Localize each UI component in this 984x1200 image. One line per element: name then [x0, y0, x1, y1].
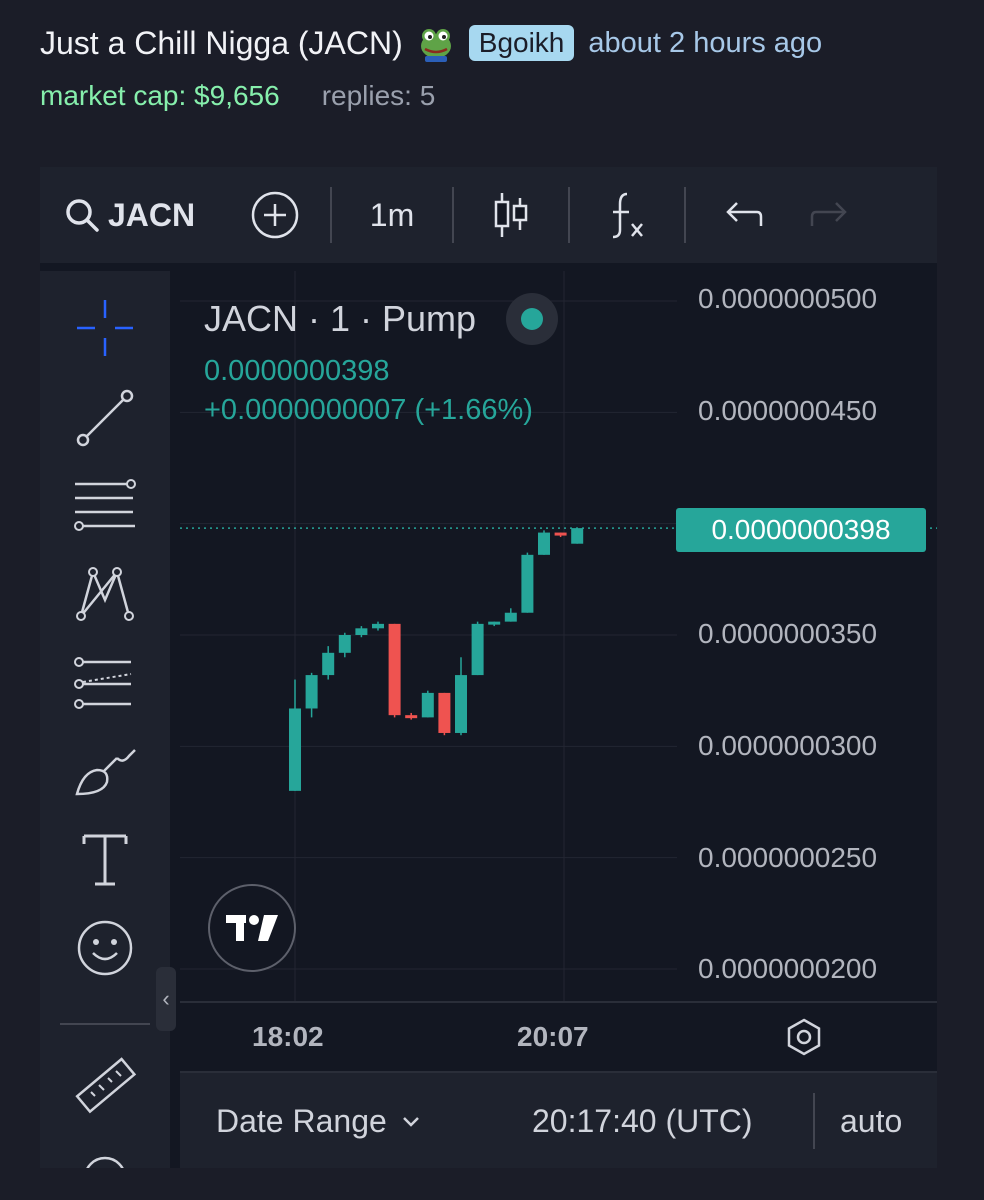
y-axis-label: 0.0000000300 [698, 730, 878, 761]
trend-line-tool[interactable] [70, 383, 140, 453]
token-title: Just a Chill Nigga (JACN) [40, 24, 403, 61]
redo-icon [810, 202, 847, 226]
candle-body [521, 554, 534, 613]
live-dot-icon [521, 308, 544, 330]
bottom-bar-divider [813, 1093, 815, 1149]
ruler-icon [75, 1057, 137, 1114]
replies-count: replies: 5 [321, 80, 436, 111]
crosshair-icon [77, 300, 133, 356]
y-axis-label: 0.0000000200 [698, 953, 878, 984]
post-header: Just a Chill Nigga (JACN) Bgoikh about 2… [40, 18, 964, 112]
brush-tool[interactable] [70, 737, 140, 807]
pattern-icon [76, 567, 134, 621]
candle-body [538, 532, 550, 555]
candle-body [372, 623, 384, 629]
candle-body [554, 532, 567, 536]
text-icon [82, 834, 128, 886]
y-axis-label: 0.0000000500 [698, 283, 878, 314]
time-axis-label: 20:07 [517, 1021, 589, 1052]
candle-body [289, 708, 301, 791]
legend-title: JACN · 1 · Pump [204, 298, 477, 339]
time-axis[interactable]: 18:02 20:07 [180, 1001, 937, 1073]
text-tool[interactable] [70, 825, 140, 895]
candle-body [488, 621, 501, 625]
emoji-tool[interactable] [70, 913, 140, 983]
redo-button[interactable] [800, 167, 860, 263]
market-cap: market cap: $9,656 [40, 80, 280, 111]
chart-settings-button[interactable] [784, 1017, 824, 1062]
fib-retracement-icon [74, 479, 136, 531]
legend-price: 0.0000000398 [204, 355, 390, 387]
frog-avatar-icon [417, 24, 455, 62]
candle-body [388, 623, 401, 716]
brush-icon [75, 749, 136, 796]
chart-widget: JACN 1m ‹ JACN · 1 · Pump 0.0000000398 +… [40, 167, 937, 1168]
candle-body [405, 715, 418, 719]
tradingview-logo[interactable] [208, 884, 296, 972]
emoji-icon [77, 920, 133, 976]
undo-button[interactable] [686, 167, 800, 263]
date-range-label: Date Range [216, 1103, 387, 1139]
y-axis-label: 0.0000000450 [698, 395, 878, 426]
chevron-down-icon [402, 1116, 419, 1127]
drawing-toolbar [40, 271, 170, 1168]
chart-type-button[interactable] [454, 167, 568, 263]
symbol-label: JACN [108, 196, 196, 233]
tools-divider [60, 1023, 150, 1025]
legend-title-row: JACN · 1 · Pump [204, 293, 559, 345]
add-symbol-icon [251, 191, 299, 239]
time-ago-link[interactable]: about 2 hours ago [588, 27, 822, 60]
candle-body [355, 628, 368, 635]
legend-change: +0.0000000007 (+1.66%) [204, 394, 533, 426]
utc-clock[interactable]: 20:17:40 (UTC) [532, 1103, 753, 1140]
prediction-icon [74, 657, 132, 709]
trend-line-icon [76, 389, 134, 447]
chart-toolbar: JACN 1m [40, 167, 937, 263]
bottom-bar: Date Range 20:17:40 (UTC) auto [180, 1071, 937, 1168]
candle-body [421, 692, 434, 718]
candle-body [504, 612, 517, 622]
zoom-tool[interactable] [70, 1143, 140, 1168]
compare-symbol-button[interactable] [220, 167, 330, 263]
indicators-button[interactable] [570, 167, 684, 263]
collapse-toolbar-button[interactable]: ‹ [156, 967, 176, 1031]
symbol-search-button[interactable]: JACN [40, 167, 220, 263]
zoom-icon [86, 1156, 124, 1168]
candle-body [571, 528, 584, 544]
title-row: Just a Chill Nigga (JACN) Bgoikh about 2… [40, 18, 964, 68]
candle-body [305, 675, 318, 709]
candle-body [438, 692, 451, 733]
date-range-button[interactable]: Date Range [216, 1103, 421, 1140]
search-icon [66, 199, 99, 232]
meta-row: market cap: $9,656 replies: 5 [40, 80, 964, 112]
chart-plot-area[interactable]: JACN · 1 · Pump 0.0000000398 +0.00000000… [180, 271, 937, 1168]
candle-body [338, 635, 351, 653]
crosshair-tool[interactable] [70, 293, 140, 363]
chart-legend: JACN · 1 · Pump 0.0000000398 +0.00000000… [204, 293, 559, 427]
fib-retracement-tool[interactable] [70, 471, 140, 541]
candle-body [471, 623, 484, 676]
chevron-left-icon: ‹ [162, 986, 170, 1011]
settings-hexagon-icon [787, 1018, 821, 1056]
pattern-tool[interactable] [70, 559, 140, 629]
prediction-tool[interactable] [70, 649, 140, 719]
y-axis-label: 0.0000000250 [698, 842, 878, 873]
tradingview-logo-icon [226, 915, 278, 941]
y-axis-label: 0.0000000350 [698, 618, 878, 649]
candle-body [455, 675, 467, 733]
username-badge[interactable]: Bgoikh [468, 25, 575, 61]
candles-icon [494, 193, 528, 237]
ruler-tool[interactable] [70, 1051, 140, 1121]
indicators-icon [612, 192, 643, 239]
candle-body [322, 652, 335, 676]
interval-button[interactable]: 1m [332, 167, 452, 263]
time-axis-label: 18:02 [252, 1021, 324, 1052]
auto-scale-button[interactable]: auto [840, 1103, 902, 1140]
live-status-indicator [506, 293, 559, 345]
last-price-tag: 0.0000000398 [676, 508, 926, 552]
undo-icon [726, 202, 763, 226]
